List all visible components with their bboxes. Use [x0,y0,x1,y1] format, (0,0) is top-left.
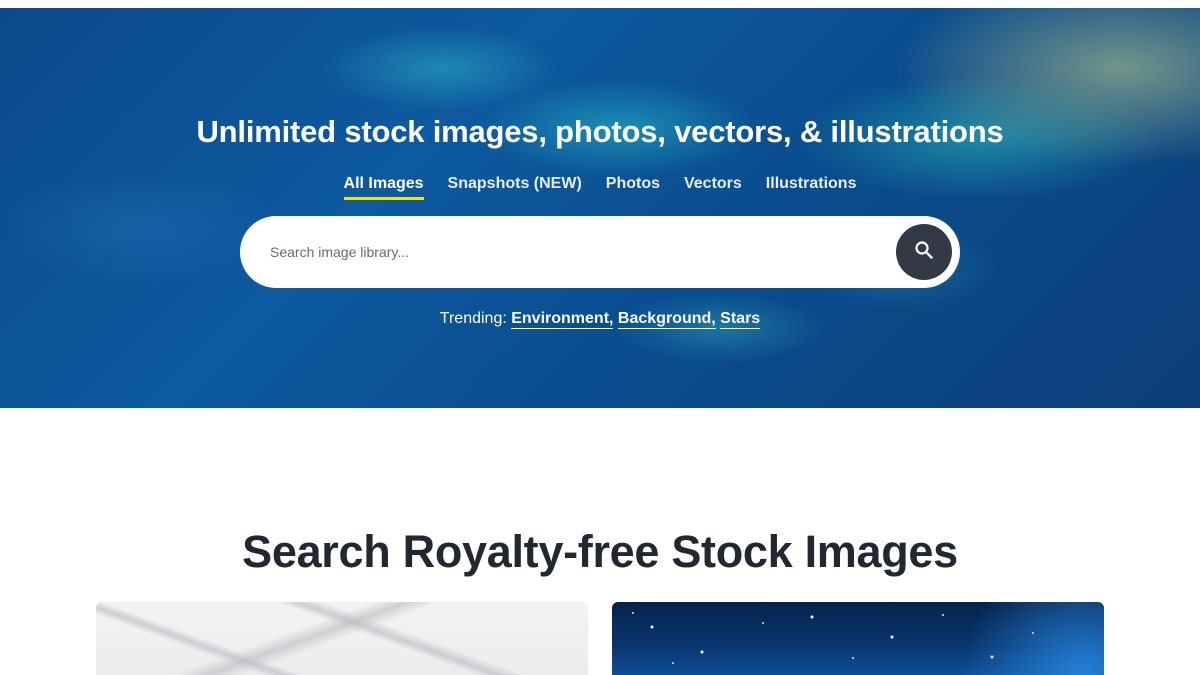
trending-searches: Trending: Environment, Background, Stars [0,310,1200,329]
category-card-marble[interactable] [96,602,588,675]
tab-photos[interactable]: Photos [606,175,660,200]
tab-all-images[interactable]: All Images [343,175,424,200]
search-bar [240,216,960,288]
search-icon [914,240,934,265]
tab-snapshots[interactable]: Snapshots (NEW) [448,175,582,200]
search-input[interactable] [270,236,870,268]
trending-label: Trending: [439,310,507,327]
trending-link-environment[interactable]: Environment, [511,310,614,329]
hero-title: Unlimited stock images, photos, vectors,… [196,114,1004,149]
trending-link-background[interactable]: Background, [617,310,716,329]
tab-illustrations[interactable]: Illustrations [766,175,857,200]
search-button[interactable] [896,224,952,280]
top-strip [0,0,1200,8]
hero-banner: Unlimited stock images, photos, vectors,… [0,8,1200,408]
image-type-tabs: All Images Snapshots (NEW) Photos Vector… [0,175,1200,200]
tab-vectors[interactable]: Vectors [684,175,742,200]
trending-link-stars[interactable]: Stars [720,310,761,329]
category-card-stars[interactable] [612,602,1104,675]
section-title: Search Royalty-free Stock Images [242,526,958,577]
